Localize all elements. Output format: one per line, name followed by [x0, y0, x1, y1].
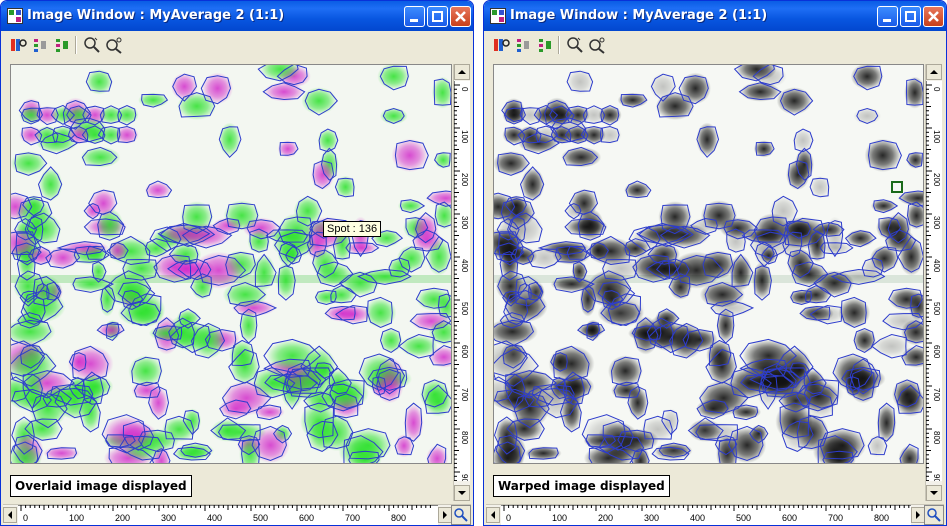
zoom-fit-icon[interactable] [588, 36, 606, 54]
scroll-down-button[interactable] [454, 485, 470, 501]
toolbar [486, 31, 944, 59]
ruler-tick-label: 200 [932, 173, 941, 187]
spot-pick-icon[interactable] [492, 36, 510, 54]
ruler-tick-label: 600 [782, 513, 797, 523]
ruler-tick-label: 300 [644, 513, 659, 523]
ruler-tick-label: 500 [253, 513, 268, 523]
ruler-tick-label: 700 [828, 513, 843, 523]
ruler-tick-label: 200 [115, 513, 130, 523]
title-bar[interactable]: Image Window : MyAverage 2 (1:1) [1, 1, 473, 31]
ruler-tick-label: 300 [932, 216, 941, 230]
window-title: Image Window : MyAverage 2 (1:1) [510, 8, 768, 23]
ruler-tick-label: 500 [736, 513, 751, 523]
spot-list-icon[interactable] [514, 36, 532, 54]
ruler-tick-label: 0 [23, 513, 28, 523]
ruler-tick-label: 100 [932, 130, 941, 144]
gel-image-canvas[interactable] [493, 64, 924, 464]
ruler-tick-label: 100 [552, 513, 567, 523]
app-image-icon [7, 8, 23, 24]
vertical-ruler: 0 100 200 300 400 500 600 700 800 900 [454, 81, 470, 481]
vertical-scrollbar[interactable]: 0 100 200 300 400 500 600 700 800 900 [925, 64, 942, 501]
ruler-tick-label: 100 [69, 513, 84, 523]
ruler-tick-label: 400 [207, 513, 222, 523]
ruler-tick-label: 400 [932, 259, 941, 273]
close-button[interactable] [923, 6, 944, 27]
horizontal-ruler: 0 100 200 300 400 500 600 700 800 [18, 505, 438, 525]
zoom-in-icon[interactable] [566, 36, 584, 54]
image-window-warped: Image Window : MyAverage 2 (1:1) 0 100 200… [483, 0, 947, 526]
minimize-button[interactable] [404, 6, 425, 27]
toolbar-separator [75, 36, 77, 54]
toolbar [3, 31, 471, 59]
spot-group-icon[interactable] [536, 36, 554, 54]
ruler-tick-label: 800 [932, 431, 941, 445]
vertical-scrollbar[interactable]: 0 100 200 300 400 500 600 700 800 900 [453, 64, 470, 501]
maximize-button[interactable] [900, 6, 921, 27]
vertical-ruler: 0 100 200 300 400 500 600 700 800 900 [926, 81, 942, 481]
ruler-tick-label: 900 [932, 474, 941, 481]
minimize-button[interactable] [877, 6, 898, 27]
status-text: Warped image displayed [493, 475, 670, 497]
scroll-left-button[interactable] [3, 507, 17, 523]
window-title: Image Window : MyAverage 2 (1:1) [27, 8, 285, 23]
ruler-tick-label: 200 [460, 173, 469, 187]
ruler-tick-label: 700 [460, 388, 469, 402]
ruler-tick-label: 300 [460, 216, 469, 230]
status-text: Overlaid image displayed [10, 475, 192, 497]
ruler-tick-label: 200 [598, 513, 613, 523]
ruler-tick-label: 600 [299, 513, 314, 523]
scroll-up-button[interactable] [926, 64, 942, 80]
ruler-tick-label: 700 [345, 513, 360, 523]
close-button[interactable] [450, 6, 471, 27]
title-bar[interactable]: Image Window : MyAverage 2 (1:1) [484, 1, 946, 31]
ruler-tick-label: 500 [932, 302, 941, 316]
ruler-tick-label: 800 [460, 431, 469, 445]
ruler-tick-label: 800 [391, 513, 406, 523]
ruler-tick-label: 400 [460, 259, 469, 273]
zoom-in-icon[interactable] [83, 36, 101, 54]
selected-spot-marker [891, 181, 903, 193]
ruler-tick-label: 600 [460, 345, 469, 359]
ruler-tick-label: 300 [161, 513, 176, 523]
toolbar-separator [558, 36, 560, 54]
ruler-tick-label: 400 [690, 513, 705, 523]
ruler-tick-label: 100 [460, 130, 469, 144]
zoom-button[interactable] [451, 505, 471, 525]
horizontal-scrollbar[interactable]: 0 100 200 300 400 500 600 700 800 [3, 504, 471, 525]
spot-tooltip: Spot : 136 [323, 221, 382, 237]
app-image-icon [490, 8, 506, 24]
scroll-right-button[interactable] [911, 507, 925, 523]
ruler-tick-label: 0 [932, 87, 941, 92]
horizontal-scrollbar[interactable]: 0 100 200 300 400 500 600 700 800 [486, 504, 944, 525]
zoom-fit-icon[interactable] [105, 36, 123, 54]
maximize-button[interactable] [427, 6, 448, 27]
ruler-tick-label: 600 [932, 345, 941, 359]
ruler-tick-label: 0 [506, 513, 511, 523]
scroll-down-button[interactable] [926, 485, 942, 501]
spot-group-icon[interactable] [53, 36, 71, 54]
spot-list-icon[interactable] [31, 36, 49, 54]
zoom-button[interactable] [924, 505, 944, 525]
ruler-tick-label: 900 [460, 474, 469, 481]
image-window-overlay: Image Window : MyAverage 2 (1:1) Spot : … [0, 0, 474, 526]
ruler-tick-label: 800 [874, 513, 889, 523]
ruler-tick-label: 700 [932, 388, 941, 402]
ruler-tick-label: 0 [460, 87, 469, 92]
gel-image-canvas[interactable] [10, 64, 452, 464]
spot-pick-icon[interactable] [9, 36, 27, 54]
scroll-up-button[interactable] [454, 64, 470, 80]
scroll-left-button[interactable] [486, 507, 500, 523]
scroll-right-button[interactable] [438, 507, 452, 523]
ruler-tick-label: 500 [460, 302, 469, 316]
horizontal-ruler: 0 100 200 300 400 500 600 700 800 [501, 505, 911, 525]
